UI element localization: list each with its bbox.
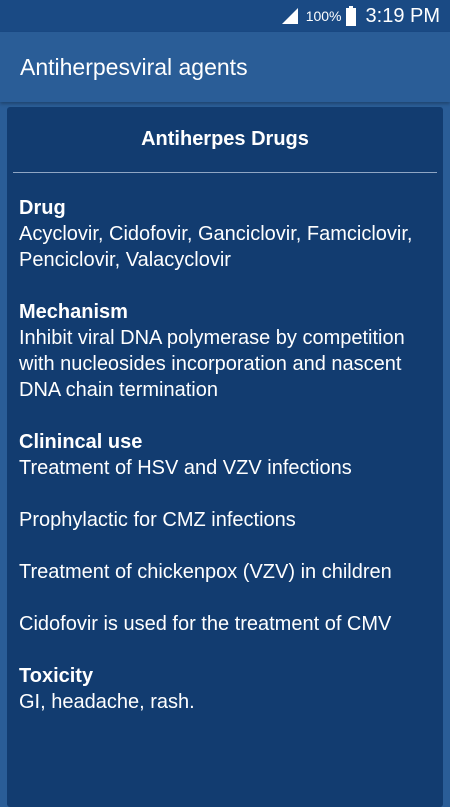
toxicity-label: Toxicity	[19, 665, 94, 687]
status-bar: 100% 3:19 PM	[0, 0, 450, 32]
mechanism-section: Mechanism Inhibit viral DNA polymerase b…	[19, 299, 431, 403]
clinical-use-label: Clinincal use	[19, 431, 143, 453]
clinical-use-item: Prophylactic for CMZ infections	[19, 509, 296, 531]
mechanism-text: Inhibit viral DNA polymerase by competit…	[19, 327, 405, 401]
clinical-use-item: Treatment of HSV and VZV infections	[19, 457, 352, 479]
app-bar: Antiherpesviral agents	[0, 32, 450, 102]
card-content: Drug Acyclovir, Cidofovir, Ganciclovir, …	[19, 195, 431, 741]
drug-section: Drug Acyclovir, Cidofovir, Ganciclovir, …	[19, 195, 431, 273]
drug-label: Drug	[19, 197, 66, 219]
toxicity-text: GI, headache, rash.	[19, 691, 195, 713]
drug-text: Acyclovir, Cidofovir, Ganciclovir, Famci…	[19, 223, 413, 271]
clinical-use-item: Cidofovir is used for the treatment of C…	[19, 613, 392, 635]
content-card: Antiherpes Drugs Drug Acyclovir, Cidofov…	[7, 107, 443, 807]
signal-icon	[281, 8, 298, 24]
toxicity-section: Toxicity GI, headache, rash.	[19, 663, 431, 715]
app-title: Antiherpesviral agents	[20, 53, 248, 80]
status-clock: 3:19 PM	[365, 4, 440, 27]
card-title: Antiherpes Drugs	[141, 128, 309, 150]
mechanism-label: Mechanism	[19, 301, 128, 323]
clinical-use-item: Treatment of chickenpox (VZV) in childre…	[19, 561, 392, 583]
battery-icon	[345, 6, 356, 26]
clinical-use-section: Clinincal use Treatment of HSV and VZV i…	[19, 429, 431, 637]
battery-percent: 100%	[305, 8, 342, 24]
card-divider	[13, 172, 437, 173]
